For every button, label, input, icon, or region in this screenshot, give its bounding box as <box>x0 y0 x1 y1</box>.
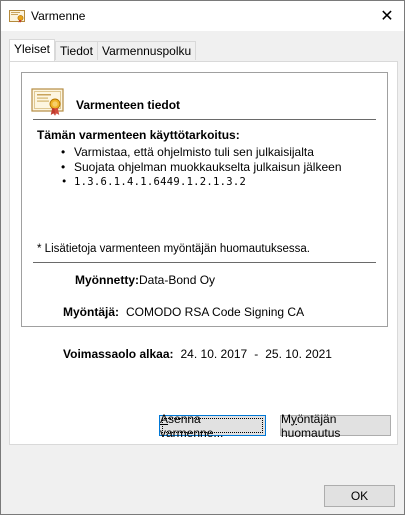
ok-button[interactable]: OK <box>324 485 395 507</box>
issued-to-value: Data-Bond Oy <box>139 273 216 287</box>
title-bar: Varmenne ✕ <box>1 1 404 31</box>
separator-bottom <box>33 262 376 263</box>
certificate-dialog: Varmenne ✕ Yleiset Tiedot Varmennuspolku <box>0 0 405 515</box>
close-icon: ✕ <box>380 8 394 25</box>
general-tab-panel: Varmenteen tiedot Tämän varmenteen käytt… <box>9 61 398 445</box>
validity-row: Voimassaolo alkaa: 24. 10. 2017-25. 10. 2… <box>63 347 332 361</box>
separator-top <box>33 119 376 120</box>
tab-details[interactable]: Tiedot <box>55 41 98 60</box>
certificate-icon <box>31 87 65 117</box>
issuer-statement-label: Myöntäjän huomautus <box>281 411 341 440</box>
list-item: Suojata ohjelman muokkaukselta julkaisun… <box>61 160 342 175</box>
ok-label: OK <box>350 489 369 503</box>
certificate-icon <box>9 9 25 23</box>
issuer-statement-note: * Lisätietoja varmenteen myöntäjän huoma… <box>37 243 310 255</box>
install-certificate-label: Asenna varmenne... <box>160 411 224 440</box>
certificate-info-heading: Varmenteen tiedot <box>76 98 181 112</box>
close-button[interactable]: ✕ <box>370 1 404 31</box>
tab-certification-path[interactable]: Varmennuspolku <box>97 41 197 60</box>
issued-to-label: Myönnetty: <box>75 273 139 287</box>
valid-to-value: 25. 10. 2021 <box>265 347 332 361</box>
list-item: Varmistaa, että ohjelmisto tuli sen julk… <box>61 145 342 160</box>
tab-general[interactable]: Yleiset <box>9 39 56 61</box>
purpose-list: Varmistaa, että ohjelmisto tuli sen julk… <box>61 145 342 190</box>
valid-from-value: 24. 10. 2017 <box>180 347 248 361</box>
tab-general-label: Yleiset <box>14 42 51 56</box>
install-certificate-button[interactable]: Asenna varmenne... <box>159 412 266 440</box>
purpose-title: Tämän varmenteen käyttötarkoitus: <box>37 128 240 142</box>
valid-from-label: Voimassaolo alkaa: <box>63 347 174 361</box>
issuer-statement-button[interactable]: Myöntäjän huomautus <box>280 412 391 440</box>
validity-separator: - <box>254 347 259 361</box>
certificate-info-box: Varmenteen tiedot Tämän varmenteen käytt… <box>21 72 388 327</box>
list-item: 1.3.6.1.4.1.6449.1.2.1.3.2 <box>61 175 342 190</box>
tab-details-label: Tiedot <box>60 44 93 58</box>
tab-certification-path-label: Varmennuspolku <box>102 44 192 58</box>
issued-by-value: COMODO RSA Code Signing CA <box>126 305 305 319</box>
issued-by-label: Myöntäjä: <box>63 305 120 319</box>
window-title: Varmenne <box>31 9 86 23</box>
issued-to-row: Myönnetty:Data-Bond Oy <box>75 273 215 287</box>
issued-by-row: Myöntäjä: COMODO RSA Code Signing CA <box>63 305 304 319</box>
